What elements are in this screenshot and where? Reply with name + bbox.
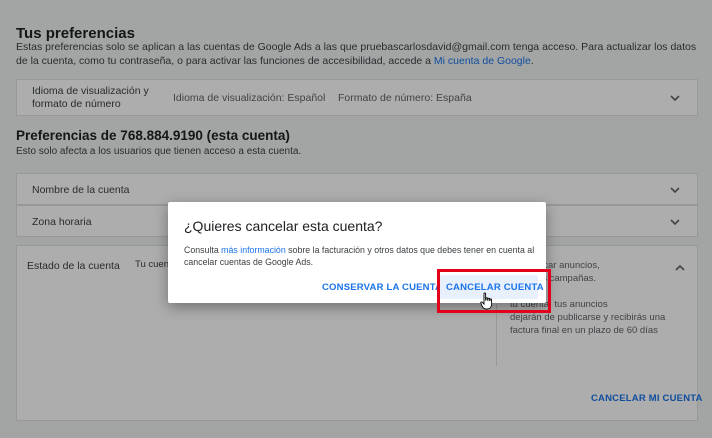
hand-cursor-icon: [480, 292, 494, 310]
dialog-body-text-1: Consulta: [184, 245, 222, 255]
dialog-body: Consulta más información sobre la factur…: [184, 244, 536, 268]
more-info-link[interactable]: más información: [221, 245, 286, 255]
highlight-box: [437, 269, 551, 313]
dialog-title: ¿Quieres cancelar esta cuenta?: [184, 218, 383, 234]
keep-account-button[interactable]: CONSERVAR LA CUENTA: [322, 282, 442, 293]
